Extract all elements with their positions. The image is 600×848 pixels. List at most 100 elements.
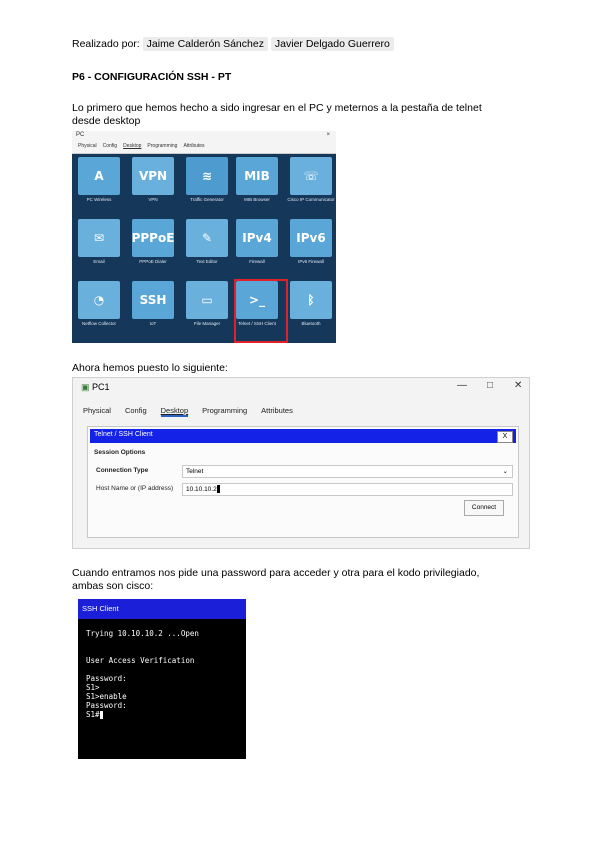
app-icon[interactable]: ◔ <box>78 281 120 319</box>
app-icon[interactable]: IPv6 <box>290 219 332 257</box>
tab-bar: Physical Config Desktop Programming Attr… <box>78 143 205 149</box>
terminal-line: Password: <box>86 674 127 683</box>
close-icon[interactable]: × <box>326 132 330 138</box>
telnet-highlight-box <box>234 279 288 343</box>
terminal-title: SSH Client <box>82 604 119 613</box>
app-glyph: SSH <box>139 293 167 307</box>
connection-type-label: Connection Type <box>96 467 149 474</box>
window-title: PC <box>76 132 85 138</box>
tab-bar: Physical Config Desktop Programming Attr… <box>83 406 293 417</box>
paragraph: Cuando entramos nos pide una password pa… <box>72 567 479 593</box>
app-label: IoT <box>149 321 157 326</box>
text-cursor <box>216 485 220 494</box>
paragraph: Lo primero que hemos hecho a sido ingres… <box>72 102 482 128</box>
app-glyph: MIB <box>244 169 270 183</box>
app-label: VPN <box>148 197 158 202</box>
app-icon[interactable]: MIB <box>236 157 278 195</box>
app-icon[interactable]: VPN <box>132 157 174 195</box>
app-glyph: ◔ <box>93 293 105 307</box>
author-line: Realizado por: Jaime Calderón Sánchez Ja… <box>72 37 394 51</box>
chevron-down-icon: ⌄ <box>502 468 508 475</box>
host-input[interactable]: 10.10.10.2 <box>182 483 513 496</box>
app-icon[interactable]: A <box>78 157 120 195</box>
app-icon[interactable]: ✉ <box>78 219 120 257</box>
app-icon[interactable]: SSH <box>132 281 174 319</box>
app-label: Text Editor <box>196 259 218 264</box>
terminal-line: Password: <box>86 701 127 710</box>
app-label: Email <box>93 259 105 264</box>
connection-type-select[interactable]: Telnet ⌄ <box>182 465 513 478</box>
tab-desktop[interactable]: Desktop <box>123 143 141 149</box>
paragraph: Ahora hemos puesto lo siguiente: <box>72 362 228 374</box>
tab-config[interactable]: Config <box>125 406 147 417</box>
connect-button[interactable]: Connect <box>464 500 504 516</box>
terminal-line-prompt: S1# <box>86 710 199 719</box>
terminal-prompt: S1# <box>86 710 100 719</box>
tab-physical[interactable]: Physical <box>83 406 111 417</box>
telnet-client-screenshot: ▣ PC1 — □ ✕ Physical Config Desktop Prog… <box>72 377 530 549</box>
tab-attributes[interactable]: Attributes <box>183 143 204 149</box>
app-label: Netflow Collector <box>81 321 116 326</box>
app-glyph: IPv4 <box>242 231 272 245</box>
app-label: Cisco IP Communicator <box>287 197 335 202</box>
tab-desktop[interactable]: Desktop <box>160 406 189 417</box>
app-icon[interactable]: ✎ <box>186 219 228 257</box>
panel-close-button[interactable]: X <box>497 431 513 443</box>
app-label: IPv6 Firewall <box>298 259 324 264</box>
app-label: PPPoE Dialer <box>139 259 167 264</box>
terminal-line: User Access Verification <box>86 656 195 665</box>
app-label: Traffic Generator <box>190 197 224 202</box>
panel-titlebar: Telnet / SSH Client X <box>90 429 516 443</box>
app-glyph: ✉ <box>93 231 105 245</box>
app-icon[interactable]: IPv4 <box>236 219 278 257</box>
app-glyph: ☏ <box>303 169 319 183</box>
telnet-panel: Telnet / SSH Client X Session Options Co… <box>87 426 519 538</box>
maximize-icon[interactable]: □ <box>487 380 493 391</box>
app-glyph: IPv6 <box>296 231 326 245</box>
app-icon[interactable]: ▭ <box>186 281 228 319</box>
window-title-text: PC1 <box>92 382 110 392</box>
app-icon[interactable]: ≋ <box>186 157 228 195</box>
text-cursor <box>99 711 103 719</box>
terminal-line: S1> <box>86 683 100 692</box>
app-icon[interactable]: PPPoE <box>132 219 174 257</box>
panel-title: Telnet / SSH Client <box>94 431 153 438</box>
app-glyph: ✎ <box>201 231 213 245</box>
connection-type-value: Telnet <box>186 468 204 475</box>
section-heading: Session Options <box>94 449 146 456</box>
window-title: ▣ PC1 <box>81 382 110 393</box>
tab-attributes[interactable]: Attributes <box>261 406 293 417</box>
pc-icon: ▣ <box>81 382 90 392</box>
app-glyph: A <box>94 169 104 183</box>
terminal-line: S1>enable <box>86 692 127 701</box>
app-glyph: ≋ <box>201 169 213 183</box>
doc-title: P6 - CONFIGURACIÓN SSH - PT <box>72 71 232 83</box>
app-icon[interactable]: ☏ <box>290 157 332 195</box>
tab-config[interactable]: Config <box>103 143 117 149</box>
app-glyph: ᛒ <box>307 293 315 307</box>
paragraph-line: Cuando entramos nos pide una password pa… <box>72 567 480 579</box>
tab-physical[interactable]: Physical <box>78 143 97 149</box>
paragraph-line: Lo primero que hemos hecho a sido ingres… <box>72 102 482 114</box>
terminal-output[interactable]: Trying 10.10.10.2 ...Open User Access Ve… <box>86 629 199 719</box>
app-icon[interactable]: ᛒ <box>290 281 332 319</box>
app-label: File Manager <box>193 321 221 326</box>
host-label: Host Name or (IP address) <box>96 485 174 492</box>
author-chip: Javier Delgado Guerrero <box>270 37 394 51</box>
terminal-line: Trying 10.10.10.2 ...Open <box>86 629 199 638</box>
author-chip: Jaime Calderón Sánchez <box>142 37 268 51</box>
app-glyph: VPN <box>138 169 168 183</box>
app-label: Firewall <box>249 259 265 264</box>
terminal-titlebar: SSH Client <box>78 599 246 619</box>
tab-programming[interactable]: Programming <box>147 143 177 149</box>
app-glyph: ▭ <box>201 293 213 307</box>
ssh-terminal-screenshot: SSH Client Trying 10.10.10.2 ...Open Use… <box>78 599 246 759</box>
author-label: Realizado por: <box>72 38 140 50</box>
minimize-icon[interactable]: — <box>457 380 467 391</box>
close-icon[interactable]: ✕ <box>514 380 522 391</box>
window-titlebar: PC × Physical Config Desktop Programming… <box>72 131 336 154</box>
tab-programming[interactable]: Programming <box>202 406 247 417</box>
desktop-screenshot: PC × Physical Config Desktop Programming… <box>72 131 336 343</box>
